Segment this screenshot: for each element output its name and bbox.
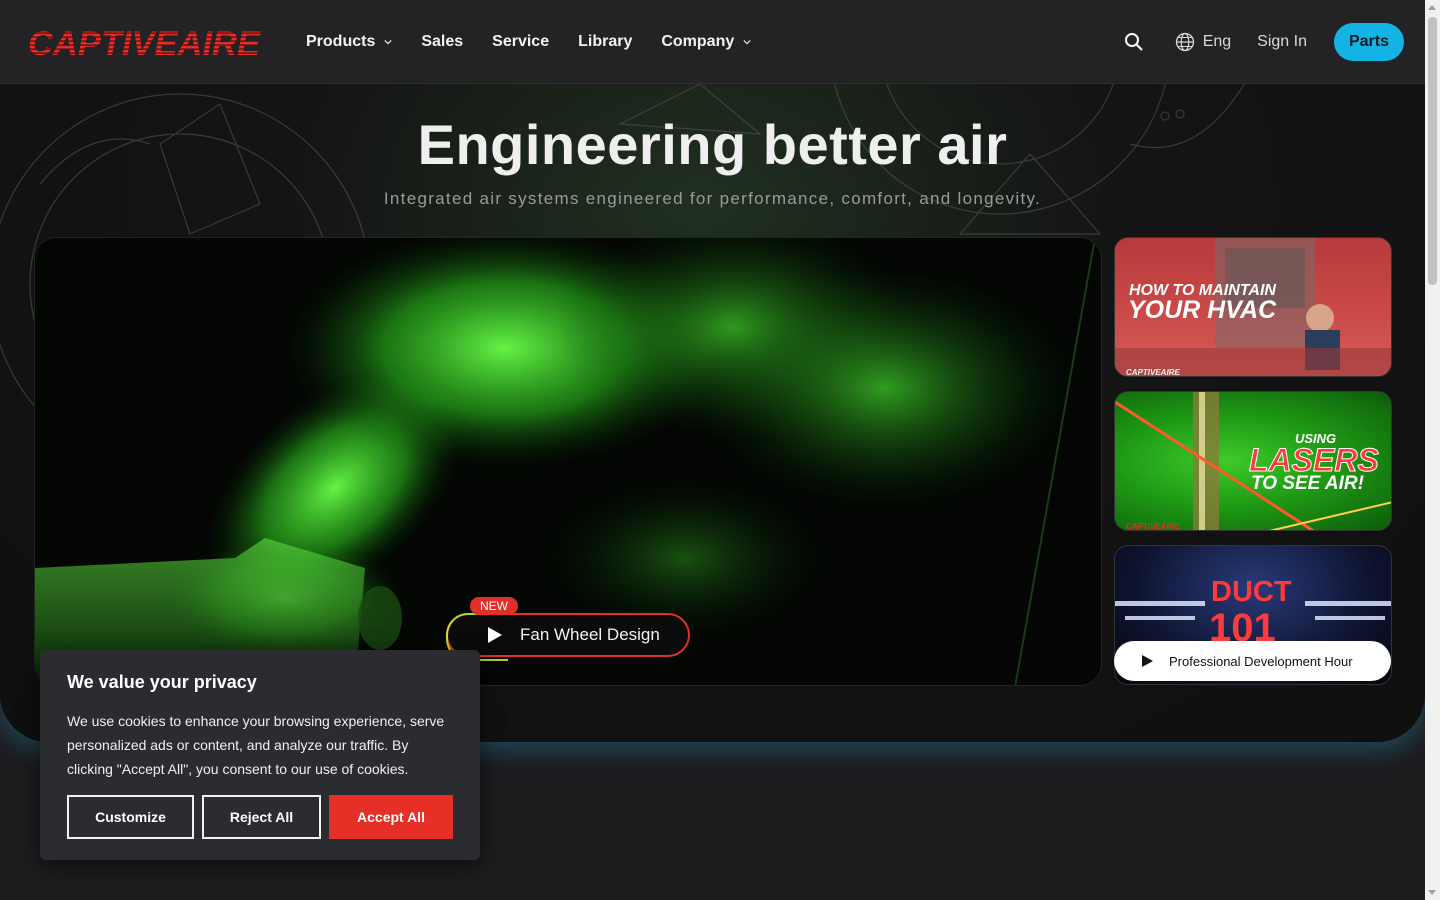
- scroll-up-arrow-icon[interactable]: [1428, 5, 1436, 10]
- cookie-title: We value your privacy: [67, 672, 257, 692]
- hero-title: Engineering better air: [417, 113, 1008, 176]
- thumbnail-hvac-line2: YOUR HVAC: [1128, 296, 1277, 324]
- thumbnail-lasers-line3: TO SEE AIR!: [1251, 473, 1364, 494]
- nav-service[interactable]: Service: [492, 33, 549, 51]
- main-nav: Products Sales Service Library Company: [306, 0, 780, 84]
- professional-development-hour-button[interactable]: Professional Development Hour: [1114, 641, 1391, 681]
- scroll-down-arrow-icon[interactable]: [1428, 890, 1436, 895]
- thumbnail-duct-line1: DUCT: [1211, 576, 1292, 608]
- search-icon[interactable]: [1123, 31, 1145, 53]
- thumbnail-lasers[interactable]: USING LASERS TO SEE AIR! CAPTIVEAIRE: [1114, 391, 1392, 531]
- chevron-down-icon: [743, 39, 751, 45]
- parts-button[interactable]: Parts: [1333, 23, 1404, 61]
- page: CAPTIVEAIRE Products Sales Service Libra…: [0, 0, 1440, 900]
- hero-subtitle: Integrated air systems engineered for pe…: [383, 189, 1042, 208]
- globe-icon: [1175, 32, 1194, 52]
- scrollbar-thumb[interactable]: [1428, 17, 1437, 285]
- nav-service-label: Service: [492, 33, 550, 50]
- cookie-body: We use cookies to enhance your browsing …: [67, 713, 445, 777]
- page-scrollbar[interactable]: [1425, 0, 1440, 900]
- play-icon: [1142, 655, 1153, 667]
- thumbnail-lasers-line2: LASERS: [1249, 442, 1380, 478]
- nav-company[interactable]: Company: [661, 33, 751, 51]
- thumbnail-hvac-maintenance[interactable]: HOW TO MAINTAIN YOUR HVAC CAPTIVEAIRE: [1114, 237, 1392, 377]
- nav-sales-label: Sales: [421, 33, 464, 50]
- chevron-down-icon: [384, 39, 392, 45]
- language-label: Eng: [1202, 33, 1232, 50]
- captiveaire-logo[interactable]: CAPTIVEAIRE: [26, 26, 264, 60]
- header-actions: Eng Sign In Parts: [1123, 0, 1404, 84]
- sign-in-link[interactable]: Sign In: [1257, 33, 1307, 51]
- language-selector[interactable]: Eng: [1175, 32, 1231, 52]
- nav-library-label: Library: [578, 33, 633, 50]
- thumbnail-hvac-brand: CAPTIVEAIRE: [1126, 368, 1180, 377]
- pdh-label: Professional Development Hour: [1169, 653, 1353, 669]
- nav-products-label: Products: [306, 33, 376, 50]
- cookie-consent-banner: We value your privacy We use cookies to …: [40, 650, 480, 860]
- nav-company-label: Company: [661, 33, 735, 50]
- play-icon: [488, 627, 502, 643]
- hero-section: Engineering better air Integrated air sy…: [0, 84, 1425, 742]
- svg-text:CAPTIVEAIRE: CAPTIVEAIRE: [28, 26, 261, 60]
- nav-library[interactable]: Library: [578, 33, 632, 51]
- customize-button[interactable]: Customize: [67, 795, 194, 839]
- thumbnail-lasers-brand: CAPTIVEAIRE: [1126, 522, 1180, 531]
- reject-all-button[interactable]: Reject All: [202, 795, 321, 839]
- nav-products[interactable]: Products: [306, 33, 392, 51]
- nav-sales[interactable]: Sales: [421, 33, 463, 51]
- accept-all-button[interactable]: Accept All: [329, 795, 453, 839]
- fan-wheel-video-button[interactable]: Fan Wheel Design: [446, 613, 690, 661]
- fan-wheel-video-label: Fan Wheel Design: [520, 625, 660, 644]
- site-header: CAPTIVEAIRE Products Sales Service Libra…: [0, 0, 1425, 84]
- cookie-actions: Customize Reject All Accept All: [67, 795, 453, 839]
- new-badge: NEW: [470, 597, 518, 615]
